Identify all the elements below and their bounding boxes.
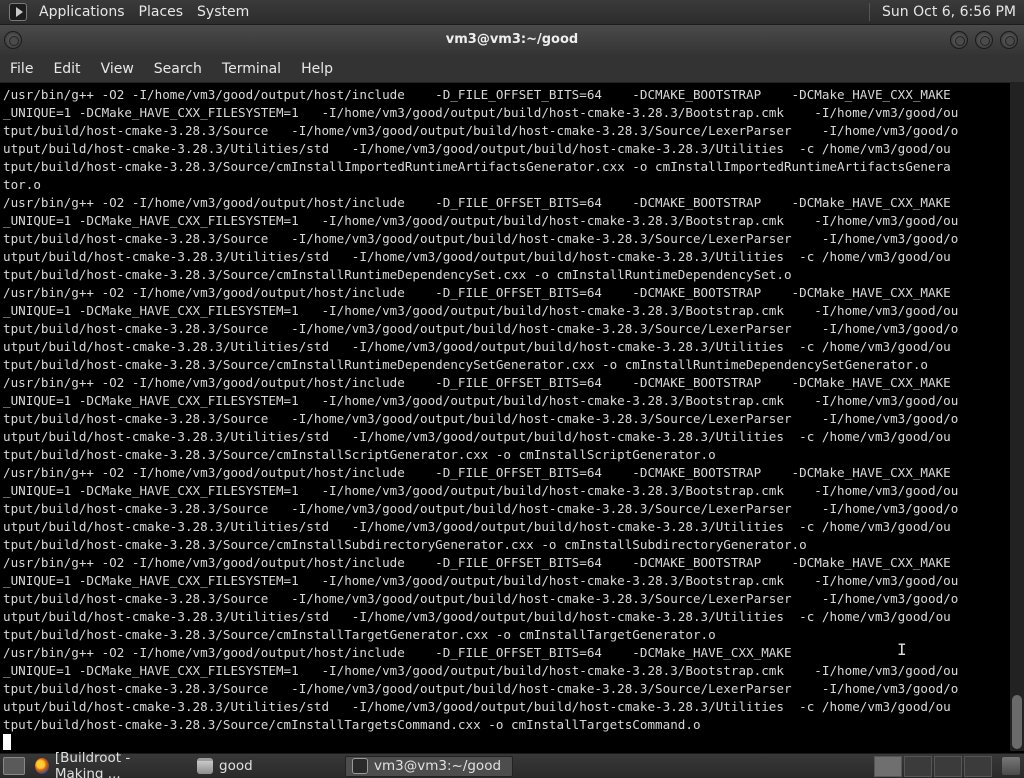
bottom-panel: [Buildroot - Making ... good vm3@vm3:~/g… [0,750,1024,778]
terminal-line: utput/build/host-cmake-3.28.3/Utilities/… [3,519,951,534]
workspace-1[interactable] [874,755,902,777]
terminal-line: tput/build/host-cmake-3.28.3/Source -I/h… [3,321,959,336]
terminal-text: /usr/bin/g++ -O2 -I/home/vm3/good/output… [3,86,1007,734]
scrollbar-thumb[interactable] [1012,695,1022,749]
terminal-line: tput/build/host-cmake-3.28.3/Source/cmIn… [3,447,716,462]
terminal-line: tput/build/host-cmake-3.28.3/Source -I/h… [3,231,959,246]
terminal-line: tput/build/host-cmake-3.28.3/Source/cmIn… [3,627,716,642]
terminal-line: utput/build/host-cmake-3.28.3/Utilities/… [3,249,951,264]
terminal-line: utput/build/host-cmake-3.28.3/Utilities/… [3,429,951,444]
terminal-scrollbar[interactable] [1010,83,1024,751]
terminal-line: _UNIQUE=1 -DCMake_HAVE_CXX_FILESYSTEM=1 … [3,213,959,228]
distro-logo-icon[interactable] [9,3,27,21]
window-titlebar[interactable]: vm3@vm3:~/good [0,25,1024,55]
menu-file[interactable]: File [0,61,43,77]
terminal-line: tput/build/host-cmake-3.28.3/Source/cmIn… [3,267,792,282]
window-menubar: File Edit View Search Terminal Help [0,55,1024,83]
terminal-line: _UNIQUE=1 -DCMake_HAVE_CXX_FILESYSTEM=1 … [3,105,959,120]
terminal-line: utput/build/host-cmake-3.28.3/Utilities/… [3,609,951,624]
terminal-line: utput/build/host-cmake-3.28.3/Utilities/… [3,699,951,714]
terminal-line: _UNIQUE=1 -DCMake_HAVE_CXX_FILESYSTEM=1 … [3,303,959,318]
terminal-line: /usr/bin/g++ -O2 -I/home/vm3/good/output… [3,465,951,480]
folder-icon [197,758,213,774]
workspace-3[interactable] [934,755,962,777]
firefox-icon [35,758,49,774]
terminal-line: _UNIQUE=1 -DCMake_HAVE_CXX_FILESYSTEM=1 … [3,483,959,498]
terminal-line: /usr/bin/g++ -O2 -I/home/vm3/good/output… [3,285,951,300]
clock[interactable]: Sun Oct 6, 6:56 PM [874,4,1024,20]
terminal-window: vm3@vm3:~/good File Edit View Search Ter… [0,25,1024,753]
terminal-line: /usr/bin/g++ -O2 -I/home/vm3/good/output… [3,87,951,102]
terminal-line: tput/build/host-cmake-3.28.3/Source -I/h… [3,681,959,696]
menu-system[interactable]: System [191,4,257,20]
terminal-line: utput/build/host-cmake-3.28.3/Utilities/… [3,339,951,354]
terminal-line: /usr/bin/g++ -O2 -I/home/vm3/good/output… [3,375,951,390]
trash-icon[interactable] [1002,757,1020,775]
task-firefox[interactable]: [Buildroot - Making ... [29,750,187,778]
minimize-icon[interactable] [950,31,968,49]
top-panel: Applications Places System Sun Oct 6, 6:… [0,0,1024,25]
task-label: good [219,758,253,774]
terminal-line: utput/build/host-cmake-3.28.3/Utilities/… [3,141,951,156]
task-label: [Buildroot - Making ... [54,750,131,778]
workspace-2[interactable] [904,755,932,777]
terminal-line: /usr/bin/g++ -O2 -I/home/vm3/good/output… [3,195,951,210]
terminal-line: tput/build/host-cmake-3.28.3/Source/cmIn… [3,159,951,174]
terminal-line: tput/build/host-cmake-3.28.3/Source/cmIn… [3,357,929,372]
terminal-line: _UNIQUE=1 -DCMake_HAVE_CXX_FILESYSTEM=1 … [3,663,959,678]
terminal-cursor [3,734,11,750]
menu-view[interactable]: View [91,61,144,77]
task-label: vm3@vm3:~/good [374,758,502,774]
terminal-output[interactable]: /usr/bin/g++ -O2 -I/home/vm3/good/output… [0,83,1010,751]
menu-terminal[interactable]: Terminal [212,61,291,77]
terminal-line: tput/build/host-cmake-3.28.3/Source -I/h… [3,411,959,426]
maximize-icon[interactable] [975,31,993,49]
terminal-line: /usr/bin/g++ -O2 -I/home/vm3/good/output… [3,555,951,570]
terminal-line: /usr/bin/g++ -O2 -I/home/vm3/good/output… [3,645,792,660]
terminal-icon [352,758,368,774]
terminal-line: tput/build/host-cmake-3.28.3/Source/cmIn… [3,537,807,552]
task-folder-good[interactable]: good [191,756,341,777]
menu-help[interactable]: Help [291,61,343,77]
terminal-line: _UNIQUE=1 -DCMake_HAVE_CXX_FILESYSTEM=1 … [3,573,959,588]
mouse-ibeam-cursor: I [897,640,907,659]
panel-separator [869,3,871,21]
terminal-line: tput/build/host-cmake-3.28.3/Source/cmIn… [3,717,701,732]
close-icon[interactable] [1000,31,1018,49]
terminal-line: tor.o [3,177,41,192]
terminal-line: tput/build/host-cmake-3.28.3/Source -I/h… [3,591,959,606]
show-desktop-icon[interactable] [3,757,25,775]
terminal-line: tput/build/host-cmake-3.28.3/Source -I/h… [3,123,959,138]
menu-places[interactable]: Places [133,4,192,20]
menu-applications[interactable]: Applications [33,4,133,20]
window-title: vm3@vm3:~/good [445,32,579,47]
task-terminal[interactable]: vm3@vm3:~/good [345,755,513,777]
terminal-line: tput/build/host-cmake-3.28.3/Source -I/h… [3,501,959,516]
workspace-4[interactable] [964,755,992,777]
menu-search[interactable]: Search [144,61,212,77]
terminal-line: _UNIQUE=1 -DCMake_HAVE_CXX_FILESYSTEM=1 … [3,393,959,408]
menu-edit[interactable]: Edit [43,61,90,77]
